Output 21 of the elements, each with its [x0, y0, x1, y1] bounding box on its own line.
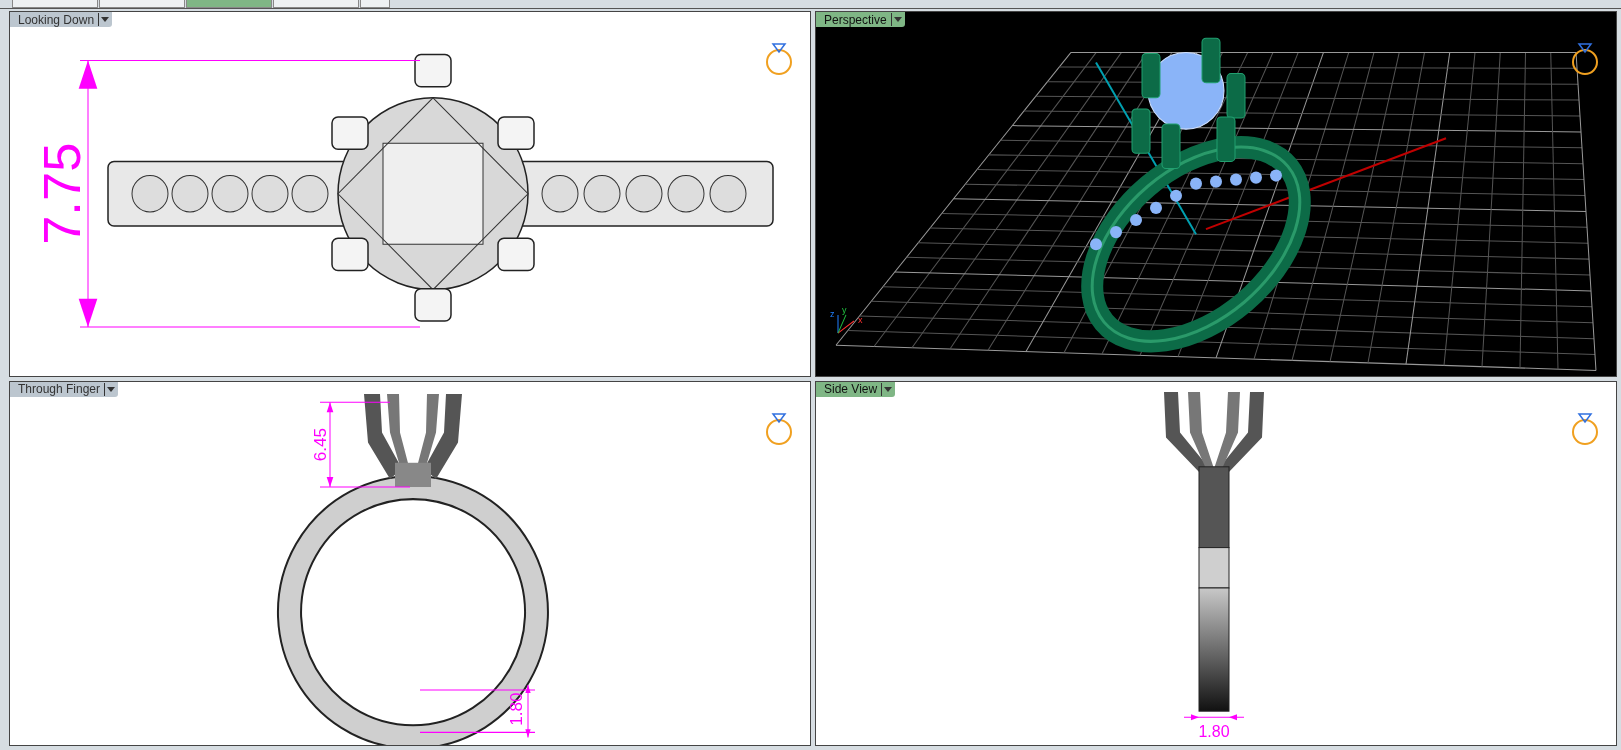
- view-tab[interactable]: [273, 0, 359, 8]
- viewport-title[interactable]: Looking Down: [10, 12, 113, 27]
- dropdown-caret-icon[interactable]: [107, 386, 116, 392]
- axis-icon: [837, 314, 855, 334]
- dimension-label: 7.75: [33, 142, 91, 245]
- viewport-title[interactable]: Perspective: [816, 12, 905, 27]
- dimension-label: 1.80: [507, 691, 526, 726]
- dimension-label: 1.80: [1198, 721, 1230, 740]
- dropdown-caret-icon[interactable]: [893, 17, 902, 22]
- viewport-title[interactable]: Through Finger: [10, 381, 119, 397]
- axis-label: y: [842, 304, 847, 315]
- axis-label: z: [830, 308, 835, 319]
- axis-label: x: [858, 314, 863, 325]
- dropdown-caret-icon[interactable]: [884, 386, 893, 392]
- dropdown-caret-icon[interactable]: [101, 17, 110, 22]
- view-tab[interactable]: [12, 0, 98, 8]
- view-tab[interactable]: [360, 0, 390, 8]
- viewport-title[interactable]: Side View: [816, 381, 896, 397]
- view-tab[interactable]: [99, 0, 185, 8]
- dimension-line: [1183, 713, 1245, 720]
- dimension-label: 6.45: [311, 427, 330, 461]
